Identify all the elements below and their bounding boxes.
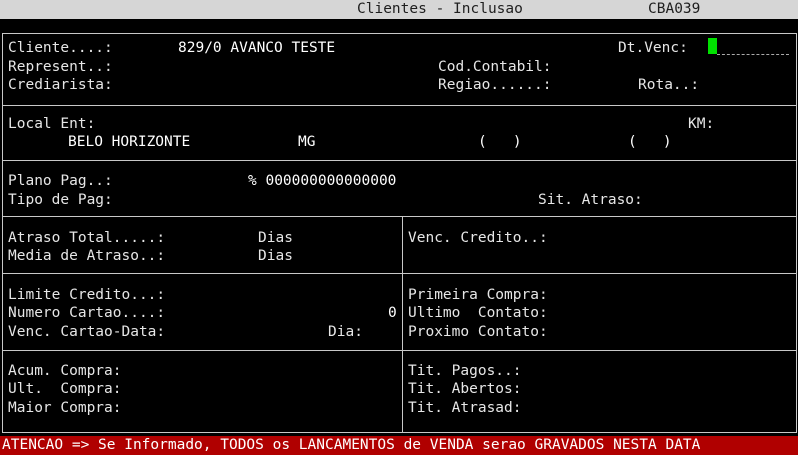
atraso-total-label: Atraso Total.....: [8,230,166,246]
paren-field-1: ( ) [478,134,522,150]
dtvenc-input[interactable] [717,54,789,55]
divider-plano [2,216,797,217]
ult-compra-label: Ult. Compra: [8,381,122,397]
primeira-compra-label: Primeira Compra: [408,287,548,303]
program-code: CBA039 [648,1,701,17]
limite-credito-label: Limite Credito...: [8,287,166,303]
media-atraso-label: Media de Atraso..: [8,248,166,264]
dia-label: Dia: [328,324,363,340]
numero-cartao-value: 0 [388,305,397,321]
status-message: ATENCAO => Se Informado, TODOS os LANCAM… [2,437,701,453]
tit-abertos-label: Tit. Abertos: [408,381,522,397]
divider-credito [2,350,797,351]
cliente-value: 829/0 AVANCO TESTE [178,40,336,56]
proximo-contato-label: Proximo Contato: [408,324,548,340]
venc-cartao-label: Venc. Cartao-Data: [8,324,166,340]
km-label: KM: [688,116,715,132]
paren-field-2: ( ) [628,134,672,150]
crediarista-label: Crediarista: [8,77,113,93]
regiao-label: Regiao......: [438,77,552,93]
represent-label: Represent..: [8,59,113,75]
venc-credito-label: Venc. Credito..: [408,230,548,246]
media-atraso-unit: Dias [258,248,293,264]
tipo-pag-label: Tipo de Pag: [8,192,113,208]
column-divider [402,216,403,433]
dtvenc-label: Dt.Venc: [618,40,688,56]
state-value: MG [298,134,316,150]
tit-pagos-label: Tit. Pagos..: [408,363,522,379]
cliente-label: Cliente....: [8,40,113,56]
city-value: BELO HORIZONTE [68,134,191,150]
local-ent-label: Local Ent: [8,116,96,132]
ultimo-contato-label: Ultimo Contato: [408,305,548,321]
divider-local [2,105,797,106]
divider-atraso [2,273,797,274]
rota-label: Rota..: [638,77,700,93]
codcontabil-label: Cod.Contabil: [438,59,552,75]
title-bar: Clientes - Inclusao CBA039 [0,0,798,19]
plano-pag-label: Plano Pag..: [8,173,113,189]
acum-compra-label: Acum. Compra: [8,363,122,379]
numero-cartao-label: Numero Cartao....: [8,305,166,321]
atraso-total-unit: Dias [258,230,293,246]
divider-local-bottom [2,160,797,161]
maior-compra-label: Maior Compra: [8,400,122,416]
sit-atraso-label: Sit. Atraso: [538,192,643,208]
status-bar: ATENCAO => Se Informado, TODOS os LANCAM… [0,436,798,455]
dtvenc-cursor[interactable] [708,38,717,54]
plano-percent-value: % 000000000000000 [248,173,397,189]
window-title: Clientes - Inclusao [357,1,523,17]
tit-atrasad-label: Tit. Atrasad: [408,400,522,416]
